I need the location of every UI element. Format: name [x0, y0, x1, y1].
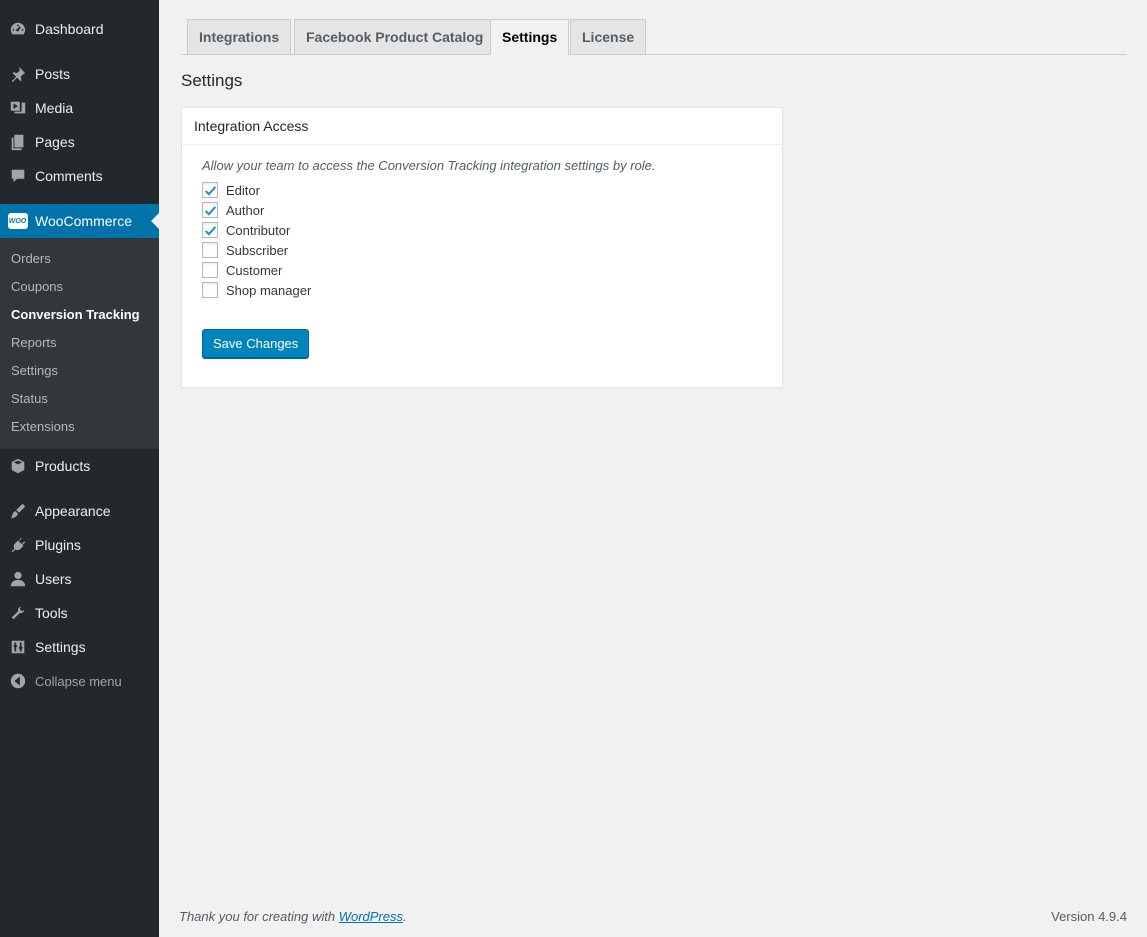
page-title: Settings — [181, 71, 243, 90]
sidebar-item-media[interactable]: Media — [0, 91, 159, 125]
role-checkbox[interactable] — [202, 262, 218, 278]
role-checkbox[interactable] — [202, 182, 218, 198]
sidebar-item-settings[interactable]: Settings — [0, 630, 159, 664]
role-option-author: Author — [202, 200, 264, 220]
collapse-arrow-icon — [0, 672, 35, 690]
role-checkbox[interactable] — [202, 202, 218, 218]
checkmark-icon — [204, 185, 216, 196]
sidebar-item-label: Tools — [35, 605, 68, 621]
footer-thanks-prefix: Thank you for creating with — [179, 909, 339, 924]
sidebar-item-label: Products — [35, 458, 91, 474]
integration-access-panel: Integration Access Allow your team to ac… — [181, 107, 783, 388]
role-label: Contributor — [226, 222, 291, 238]
submenu-item-orders[interactable]: Orders — [11, 248, 51, 270]
role-label: Author — [226, 202, 265, 218]
footer-thankyou: Thank you for creating with WordPress. — [179, 909, 407, 924]
woo-badge: WOO — [7, 213, 28, 229]
role-label: Editor — [226, 182, 260, 198]
sliders-icon — [0, 638, 35, 656]
sidebar-item-label: Pages — [35, 134, 75, 150]
woo-icon: WOO — [0, 213, 35, 229]
submenu-item-coupons[interactable]: Coupons — [11, 276, 63, 298]
comment-icon — [0, 167, 35, 185]
role-checkbox[interactable] — [202, 282, 218, 298]
panel-description: Allow your team to access the Conversion… — [202, 158, 656, 173]
sidebar-item-users[interactable]: Users — [0, 562, 159, 596]
role-label: Shop manager — [226, 282, 312, 298]
box-icon — [0, 457, 35, 475]
submenu-item-reports[interactable]: Reports — [11, 332, 57, 354]
sidebar-item-label: Media — [35, 100, 74, 116]
sidebar-item-appearance[interactable]: Appearance — [0, 494, 159, 528]
sidebar-item-label: Dashboard — [35, 21, 104, 37]
plug-icon — [0, 536, 35, 554]
submenu-item-conversion-tracking[interactable]: Conversion Tracking — [11, 304, 140, 326]
role-label: Customer — [226, 262, 283, 278]
sidebar-item-woocommerce[interactable]: WOO WooCommerce — [0, 204, 159, 238]
sidebar-item-products[interactable]: Products — [0, 449, 159, 483]
tab-facebook-product-catalog[interactable]: Facebook Product Catalog — [294, 19, 496, 55]
sidebar-item-comments[interactable]: Comments — [0, 159, 159, 193]
tab-integrations[interactable]: Integrations — [187, 19, 292, 55]
sidebar-item-tools[interactable]: Tools — [0, 596, 159, 630]
role-checkbox[interactable] — [202, 222, 218, 238]
pin-icon — [0, 65, 35, 83]
dashboard-icon — [0, 20, 35, 38]
brush-icon — [0, 502, 35, 520]
sidebar-item-label: Users — [35, 571, 72, 587]
checkmark-icon — [204, 225, 216, 236]
sidebar-item-pages[interactable]: Pages — [0, 125, 159, 159]
role-option-editor: Editor — [202, 180, 260, 200]
sidebar-item-label: Plugins — [35, 537, 81, 553]
role-option-shop-manager: Shop manager — [202, 280, 311, 300]
media-icon — [0, 99, 35, 117]
sidebar-item-dashboard[interactable]: Dashboard — [0, 12, 159, 46]
checkmark-icon — [204, 205, 216, 216]
submenu-item-extensions[interactable]: Extensions — [11, 416, 75, 438]
admin-sidebar: Dashboard Posts Media Pages Comments WOO… — [0, 0, 159, 937]
pages-icon — [0, 133, 35, 151]
sidebar-item-plugins[interactable]: Plugins — [0, 528, 159, 562]
tab-license[interactable]: License — [570, 19, 647, 55]
submenu-item-status[interactable]: Status — [11, 388, 48, 410]
sidebar-item-posts[interactable]: Posts — [0, 57, 159, 91]
wordpress-link[interactable]: WordPress — [339, 909, 403, 924]
role-option-contributor: Contributor — [202, 220, 290, 240]
sidebar-item-label: Posts — [35, 66, 71, 82]
submenu-item-settings[interactable]: Settings — [11, 360, 58, 382]
sidebar-item-label: Comments — [35, 168, 103, 184]
tab-settings[interactable]: Settings — [490, 19, 570, 55]
role-option-subscriber: Subscriber — [202, 240, 288, 260]
wrench-icon — [0, 604, 35, 622]
sidebar-item-label: WooCommerce — [35, 213, 132, 229]
panel-title: Integration Access — [182, 108, 782, 145]
nav-tab-wrapper: Integrations Facebook Product Catalog Se… — [181, 18, 1127, 55]
footer-thanks-suffix: . — [403, 909, 407, 924]
role-checkbox[interactable] — [202, 242, 218, 258]
role-option-customer: Customer — [202, 260, 282, 280]
sidebar-item-label: Appearance — [35, 503, 111, 519]
footer-version: Version 4.9.4 — [1051, 909, 1127, 924]
user-icon — [0, 570, 35, 588]
collapse-menu-label: Collapse menu — [35, 673, 122, 689]
collapse-menu-button[interactable]: Collapse menu — [0, 664, 159, 698]
save-changes-button[interactable]: Save Changes — [202, 329, 310, 358]
role-label: Subscriber — [226, 242, 289, 258]
sidebar-item-label: Settings — [35, 639, 86, 655]
woocommerce-submenu: Orders Coupons Conversion Tracking Repor… — [0, 238, 159, 449]
